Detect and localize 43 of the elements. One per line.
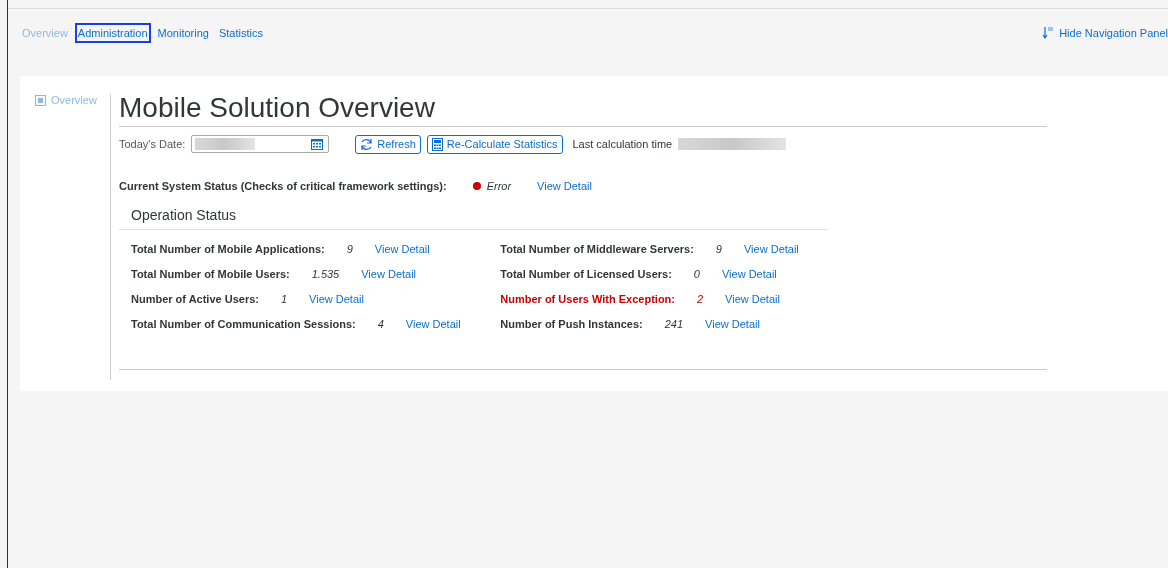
last-calculation-label: Last calculation time — [572, 138, 673, 150]
view-detail-link[interactable]: View Detail — [705, 318, 760, 330]
metric-label: Total Number of Licensed Users: — [500, 268, 672, 280]
nav-tab[interactable]: Monitoring — [154, 23, 212, 43]
view-detail-link[interactable]: View Detail — [405, 318, 461, 330]
view-detail-link[interactable]: View Detail — [361, 268, 417, 280]
view-detail-link[interactable]: View Detail — [725, 293, 780, 305]
view-detail-link[interactable]: View Detail — [744, 243, 799, 255]
metric-label: Number of Active Users: — [131, 293, 259, 305]
view-detail-link[interactable]: View Detail — [537, 180, 592, 192]
nav-tab[interactable]: Statistics — [215, 23, 266, 43]
hide-navigation-link[interactable]: Hide Navigation Panel — [1042, 26, 1168, 40]
calendar-icon[interactable] — [311, 138, 324, 150]
calculator-icon — [431, 137, 443, 151]
metric-label: Total Number of Communication Sessions: — [131, 318, 356, 330]
metric-label: Total Number of Middleware Servers: — [500, 243, 694, 255]
view-detail-link[interactable]: View Detail — [374, 243, 430, 255]
status-text: Error — [486, 180, 512, 192]
system-status-label: Current System Status (Checks of critical framework settings): — [119, 180, 447, 192]
metric-value: 9 — [715, 243, 722, 255]
metric-value: 241 — [664, 318, 684, 330]
date-label: Today's Date: — [119, 138, 186, 150]
metric-label: Total Number of Mobile Users: — [131, 268, 290, 280]
metric-value: 4 — [377, 318, 384, 330]
square-icon — [35, 94, 46, 106]
recalculate-button[interactable]: Re-Calculate Statistics — [426, 134, 563, 154]
section-title: Operation Status — [119, 207, 827, 230]
metric-value: 0 — [693, 268, 700, 280]
nav-tab[interactable]: Administration — [74, 23, 151, 43]
view-detail-link[interactable]: View Detail — [309, 293, 364, 305]
metric-value: 1 — [280, 293, 288, 305]
view-detail-link[interactable]: View Detail — [721, 268, 777, 280]
refresh-icon — [360, 137, 374, 151]
metric-value: 9 — [346, 243, 353, 255]
arrow-icon — [1042, 26, 1055, 40]
refresh-button[interactable]: Refresh — [355, 134, 421, 154]
metric-value: 1.535 — [311, 268, 340, 280]
metric-label: Number of Push Instances: — [500, 318, 643, 330]
metric-label: Number of Users With Exception: — [500, 293, 675, 305]
metric-value: 2 — [697, 293, 704, 305]
metric-label: Total Number of Mobile Applications: — [131, 243, 325, 255]
page-title: Mobile Solution Overview — [119, 94, 1047, 127]
date-field[interactable] — [191, 135, 330, 153]
